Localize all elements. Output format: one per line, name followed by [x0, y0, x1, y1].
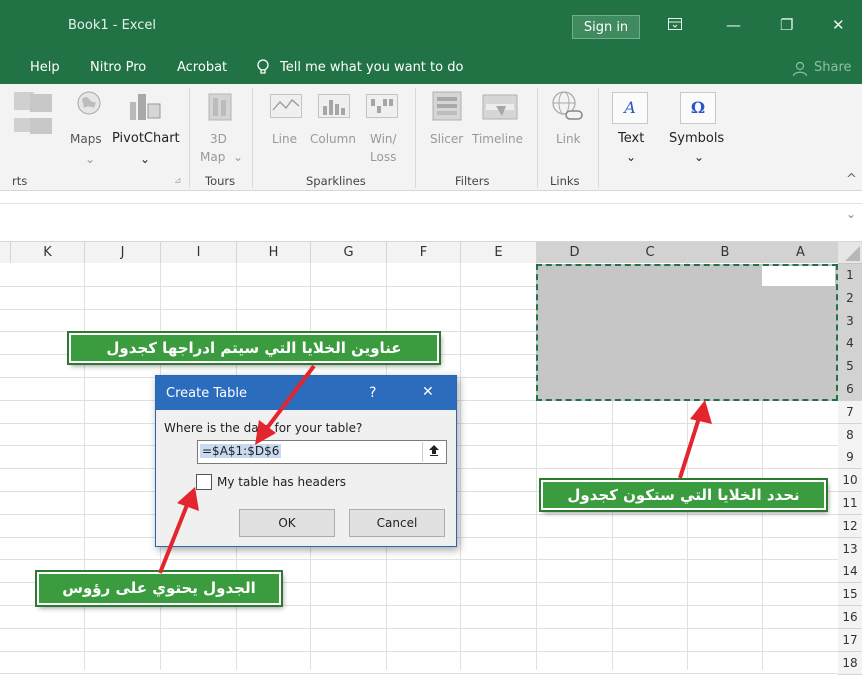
arrow-to-range-input	[262, 364, 316, 434]
annotation-arrows	[158, 364, 712, 574]
arrow-head	[255, 420, 276, 445]
arrow-head	[690, 400, 712, 424]
arrow-to-checkbox	[158, 504, 189, 574]
row-gridline	[0, 673, 838, 674]
arrow-to-selection	[678, 417, 701, 479]
